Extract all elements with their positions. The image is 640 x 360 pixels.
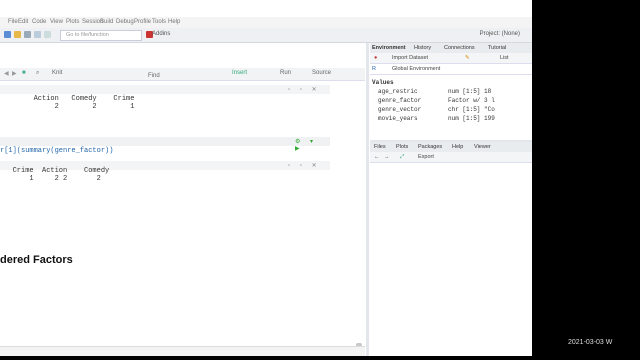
goto-placeholder: Go to file/function bbox=[66, 32, 109, 38]
menu-build[interactable]: Build bbox=[100, 19, 113, 25]
editor-status-bar bbox=[0, 346, 365, 356]
variable-name: genre_vector bbox=[378, 106, 422, 113]
variable-value: Factor w/ 3 l bbox=[448, 97, 495, 104]
import-dataset-button[interactable]: Import Dataset bbox=[392, 55, 428, 61]
goto-file-input[interactable]: Go to file/function bbox=[60, 30, 142, 41]
save-all-icon[interactable] bbox=[34, 31, 41, 38]
timestamp: 2021-03-03 W bbox=[568, 339, 613, 346]
view-mode-dropdown[interactable]: List bbox=[500, 55, 509, 61]
tab-files[interactable]: Files bbox=[374, 144, 386, 150]
broom-icon[interactable]: ✎ bbox=[465, 55, 470, 61]
forward-arrow-icon[interactable]: → bbox=[384, 154, 390, 160]
chunk1-output: Action Comedy Crime 2 2 1 bbox=[33, 95, 135, 111]
run-chunk-controls[interactable]: ⚙ ▾ ▶ bbox=[295, 138, 330, 152]
chunk-output-controls[interactable]: ▫ ▫ ✕ bbox=[288, 86, 321, 93]
print-icon[interactable] bbox=[44, 31, 51, 38]
tab-tutorial[interactable]: Tutorial bbox=[488, 45, 506, 51]
env-toolbar: ● Import Dataset ✎ List bbox=[370, 53, 532, 64]
section-heading: dered Factors bbox=[0, 254, 73, 266]
chunk2-code: r[1](summary(genre_factor)) bbox=[0, 147, 114, 155]
tab-help[interactable]: Help bbox=[452, 144, 463, 150]
tab-viewer[interactable]: Viewer bbox=[474, 144, 491, 150]
forward-icon[interactable]: ▶ bbox=[12, 70, 17, 77]
tab-connections[interactable]: Connections bbox=[444, 45, 475, 51]
environment-pane: Environment History Connections Tutorial… bbox=[370, 43, 532, 138]
menu-profile[interactable]: Profile bbox=[134, 19, 151, 25]
variable-value: num [1:5] 199 bbox=[448, 115, 495, 122]
chunk-output-header: ▫ ▫ ✕ bbox=[0, 85, 330, 94]
addins-button[interactable]: Addins bbox=[152, 31, 170, 37]
back-arrow-icon[interactable]: ← bbox=[374, 154, 380, 160]
variable-name: movie_years bbox=[378, 115, 418, 122]
pane-divider[interactable] bbox=[366, 43, 369, 356]
insert-chunk-button[interactable]: Insert bbox=[232, 70, 247, 76]
menu-code[interactable]: Code bbox=[32, 19, 46, 25]
menu-tools[interactable]: Tools bbox=[152, 19, 166, 25]
menu-debug[interactable]: Debug bbox=[116, 19, 134, 25]
values-label: Values bbox=[372, 79, 394, 86]
menu-file[interactable]: File bbox=[8, 19, 18, 25]
files-pane: Files Plots Packages Help Viewer ← → ⤢ E… bbox=[370, 140, 532, 356]
project-menu[interactable]: Project: (None) bbox=[480, 31, 520, 37]
editor-toolbar: ◀ ▶ ■ ⌕ Knit Insert Run Source bbox=[0, 68, 365, 81]
find-icon[interactable]: ⌕ bbox=[36, 70, 39, 77]
variable-row[interactable]: age_restric num [1:5] 18 bbox=[370, 87, 532, 96]
new-file-icon[interactable] bbox=[4, 31, 11, 38]
values-header: Values bbox=[370, 78, 532, 87]
variable-row[interactable]: genre_vector chr [1:5] "Co bbox=[370, 105, 532, 114]
format-dropdown[interactable]: Find bbox=[148, 73, 160, 79]
menu-edit[interactable]: Edit bbox=[18, 19, 28, 25]
editor-pane: ◀ ▶ ■ ⌕ Knit Insert Run Source Find ▫ ▫ … bbox=[0, 43, 365, 356]
save-doc-icon[interactable]: ■ bbox=[22, 70, 26, 76]
tab-history[interactable]: History bbox=[414, 45, 431, 51]
scope-bar: R Global Environment bbox=[370, 64, 532, 75]
variable-name: genre_factor bbox=[378, 97, 422, 104]
env-scope-dropdown[interactable]: Global Environment bbox=[392, 66, 440, 72]
menu-view[interactable]: View bbox=[50, 19, 63, 25]
tab-packages[interactable]: Packages bbox=[418, 144, 442, 150]
tab-environment[interactable]: Environment bbox=[372, 45, 406, 51]
variable-name: age_restric bbox=[378, 88, 418, 95]
chunk2-output-controls[interactable]: ▫ ▫ ✕ bbox=[288, 162, 321, 169]
main-toolbar: Go to file/function Addins Project: (Non… bbox=[0, 28, 532, 43]
back-icon[interactable]: ◀ bbox=[4, 70, 9, 77]
open-project-icon[interactable] bbox=[14, 31, 21, 38]
files-toolbar: ← → ⤢ Export bbox=[370, 152, 532, 163]
menu-plots[interactable]: Plots bbox=[66, 19, 79, 25]
zoom-icon[interactable]: ⤢ bbox=[400, 154, 404, 161]
chunk2-output: Crime Action Comedy 1 2 2 2 bbox=[12, 167, 110, 183]
r-icon: R bbox=[372, 66, 376, 72]
knit-button[interactable]: Knit bbox=[52, 70, 62, 76]
open-icon[interactable]: ● bbox=[374, 55, 377, 61]
menu-help[interactable]: Help bbox=[168, 19, 180, 25]
variable-row[interactable]: movie_years num [1:5] 199 bbox=[370, 114, 532, 123]
variable-value: chr [1:5] "Co bbox=[448, 106, 495, 113]
source-button[interactable]: Source bbox=[312, 70, 331, 76]
run-button[interactable]: Run bbox=[280, 70, 291, 76]
variable-value: num [1:5] 18 bbox=[448, 88, 492, 95]
chunk-header: ⚙ ▾ ▶ bbox=[0, 137, 330, 152]
menu-bar: File Edit Code View Plots Session Build … bbox=[0, 17, 532, 28]
rstudio-window: File Edit Code View Plots Session Build … bbox=[0, 0, 532, 356]
tab-plots[interactable]: Plots bbox=[396, 144, 408, 150]
export-button[interactable]: Export bbox=[418, 154, 434, 160]
variable-row[interactable]: genre_factor Factor w/ 3 l bbox=[370, 96, 532, 105]
save-icon[interactable] bbox=[24, 31, 31, 38]
